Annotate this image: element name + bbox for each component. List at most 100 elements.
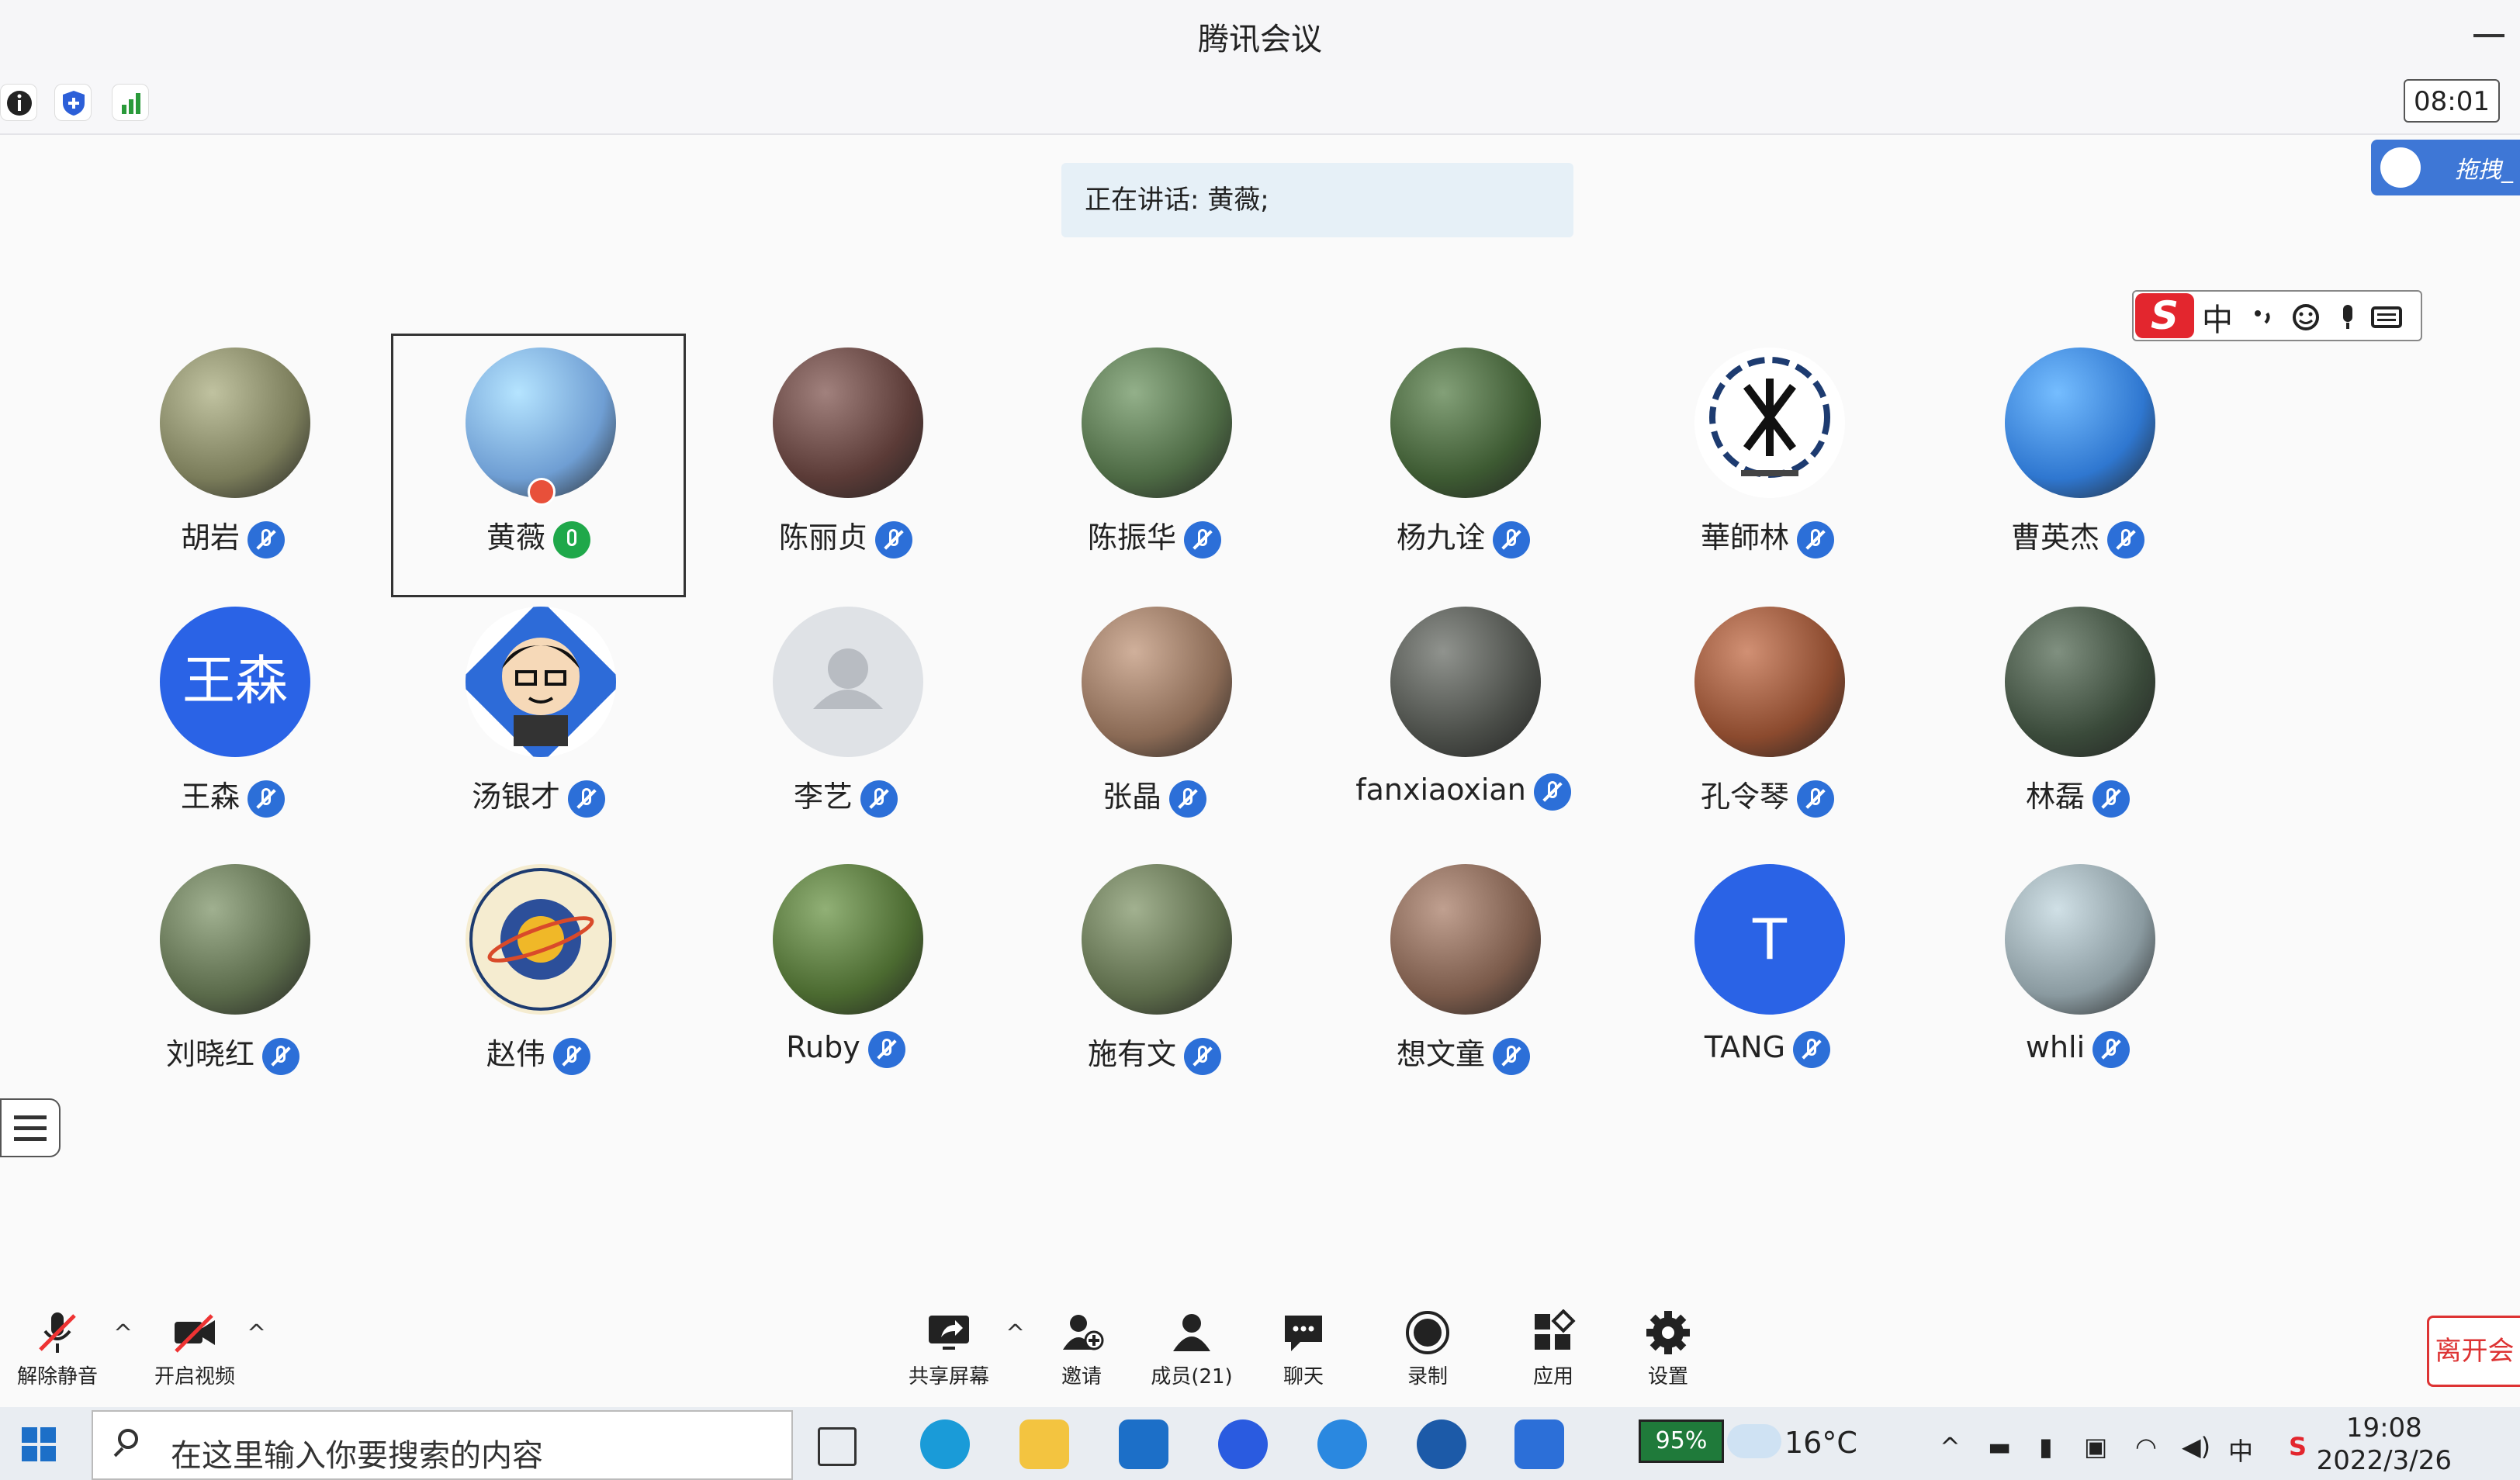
participant-name-row: 曹英杰 — [1930, 514, 2225, 558]
participant-tile[interactable]: 刘晓红 — [85, 850, 380, 1114]
participant-name: 曹英杰 — [2010, 520, 2099, 555]
participant-tile[interactable]: 李艺 — [698, 593, 993, 856]
participant-list-toggle[interactable] — [0, 1098, 61, 1157]
mic-on-icon — [553, 520, 590, 558]
volume-icon[interactable]: ◀) — [2182, 1432, 2210, 1461]
participant-tile[interactable]: 张晶 — [1007, 593, 1302, 856]
participant-tile[interactable]: fanxiaoxian — [1316, 593, 1611, 856]
avatar — [1082, 607, 1232, 757]
participant-tile[interactable]: 王森 王森 — [85, 593, 380, 856]
ime-tools-icons[interactable] — [2250, 303, 2405, 332]
participant-name-row: 赵伟 — [391, 1030, 686, 1075]
members-button[interactable]: 成员(21) — [1145, 1309, 1238, 1389]
participant-tile[interactable]: 想文童 — [1316, 850, 1611, 1114]
mic-muted-icon — [875, 520, 912, 558]
participant-tile[interactable]: 陈振华 — [1007, 334, 1302, 597]
unmute-button[interactable]: 解除静音 — [11, 1309, 104, 1389]
participant-tile[interactable]: 孔令琴 — [1620, 593, 1915, 856]
file-explorer-icon[interactable] — [1019, 1419, 1069, 1469]
globe-app-icon[interactable] — [1417, 1419, 1466, 1469]
display-tray-icon[interactable]: ▣ — [2084, 1432, 2107, 1461]
participant-name-row: fanxiaoxian — [1316, 773, 1611, 811]
baidu-drag-widget[interactable]: 拖拽_ — [2371, 140, 2520, 195]
mic-muted-icon — [262, 1037, 299, 1075]
apps-button[interactable]: 应用 — [1522, 1309, 1584, 1389]
chat-button[interactable]: 聊天 — [1272, 1309, 1334, 1389]
participant-tile[interactable]: T TANG — [1620, 850, 1915, 1114]
participant-tile[interactable]: whli — [1930, 850, 2225, 1114]
settings-label: 设置 — [1647, 1365, 1688, 1388]
participant-tile[interactable]: 曹英杰 — [1930, 334, 2225, 597]
minimize-button[interactable] — [2473, 34, 2504, 37]
share-screen-button[interactable]: 共享屏幕 — [898, 1309, 999, 1389]
mic-muted-icon — [34, 1309, 81, 1356]
participant-name: fanxiaoxian — [1355, 773, 1526, 807]
mic-muted-icon — [1797, 520, 1834, 558]
lenovo-app-icon[interactable] — [1218, 1419, 1268, 1469]
add-user-icon — [1058, 1309, 1105, 1356]
tray-overflow-chevron-icon[interactable]: ^ — [1940, 1432, 1961, 1461]
avatar — [1694, 607, 1845, 757]
mic-muted-icon — [568, 780, 605, 818]
wifi-icon[interactable]: ◠ — [2135, 1432, 2157, 1461]
shield-icon[interactable] — [54, 84, 92, 121]
participant-tile[interactable]: 汤银才 — [391, 593, 686, 856]
participant-name-row: 華師林 — [1620, 514, 1915, 558]
info-icon[interactable] — [0, 84, 37, 121]
weather-temperature[interactable]: 16°C — [1784, 1426, 1857, 1460]
participant-tile[interactable]: 華師林 — [1620, 334, 1915, 597]
participant-tile[interactable]: 黄薇 — [391, 334, 686, 597]
host-badge-icon — [528, 478, 556, 506]
participant-tile[interactable]: 胡岩 — [85, 334, 380, 597]
emblem-logo-icon — [469, 868, 612, 1011]
windows-start-icon[interactable] — [22, 1427, 56, 1461]
avatar — [773, 348, 923, 498]
participant-name: 陈振华 — [1087, 520, 1176, 555]
participant-tile[interactable]: Ruby — [698, 850, 993, 1114]
chat-icon — [1280, 1309, 1327, 1356]
record-button[interactable]: 录制 — [1397, 1309, 1459, 1389]
ie-browser-icon[interactable] — [1317, 1419, 1367, 1469]
taskbar-search-box[interactable]: 在这里输入你要搜索的内容 — [92, 1410, 793, 1480]
battery-tray-icon[interactable]: ▬ — [1988, 1432, 2011, 1461]
participant-name-row: 刘晓红 — [85, 1030, 380, 1075]
gear-icon — [1645, 1309, 1691, 1356]
participant-tile[interactable]: 赵伟 — [391, 850, 686, 1114]
participant-tile[interactable]: 陈丽贞 — [698, 334, 993, 597]
signal-icon[interactable] — [112, 84, 149, 121]
participant-name: 林磊 — [2025, 780, 2085, 814]
school-logo-icon — [1709, 357, 1830, 478]
edge-browser-icon[interactable] — [920, 1419, 970, 1469]
participant-tile[interactable]: 林磊 — [1930, 593, 2225, 856]
mail-icon[interactable] — [1119, 1419, 1168, 1469]
tencent-meeting-taskbar-icon[interactable] — [1514, 1419, 1564, 1469]
participant-tile[interactable]: 施有文 — [1007, 850, 1302, 1114]
participant-name-row: 黄薇 — [391, 514, 686, 558]
task-view-icon[interactable] — [818, 1427, 857, 1466]
sogou-tray-icon[interactable]: S — [2289, 1432, 2307, 1461]
search-icon — [118, 1429, 138, 1449]
record-icon — [1404, 1309, 1451, 1356]
participant-name: 张晶 — [1102, 780, 1161, 814]
participant-tile[interactable]: 杨九诠 — [1316, 334, 1611, 597]
participant-name: 杨九诠 — [1396, 520, 1485, 555]
video-options-chevron-icon[interactable]: ^ — [247, 1320, 266, 1347]
avatar — [1390, 864, 1541, 1015]
share-options-chevron-icon[interactable]: ^ — [1006, 1320, 1025, 1347]
avatar — [773, 607, 923, 757]
taskbar-clock[interactable]: 19:08 2022/3/26 — [2317, 1412, 2452, 1477]
leave-meeting-button[interactable]: 离开会 — [2427, 1316, 2520, 1387]
input-language-indicator[interactable]: 中 — [2228, 1432, 2253, 1468]
settings-button[interactable]: 设置 — [1637, 1309, 1699, 1389]
chat-label: 聊天 — [1282, 1365, 1324, 1388]
participant-name-row: whli — [1930, 1030, 2225, 1068]
members-label: 成员(21) — [1151, 1365, 1233, 1388]
microphone-tray-icon[interactable]: ▮ — [2039, 1432, 2053, 1461]
start-video-button[interactable]: 开启视频 — [144, 1309, 245, 1389]
mic-muted-icon — [867, 1030, 905, 1068]
mic-muted-icon — [1797, 780, 1834, 818]
invite-button[interactable]: 邀请 — [1051, 1309, 1113, 1389]
battery-indicator[interactable]: 95% — [1639, 1419, 1724, 1463]
participant-name-row: 施有文 — [1007, 1030, 1302, 1075]
audio-options-chevron-icon[interactable]: ^ — [113, 1320, 133, 1347]
